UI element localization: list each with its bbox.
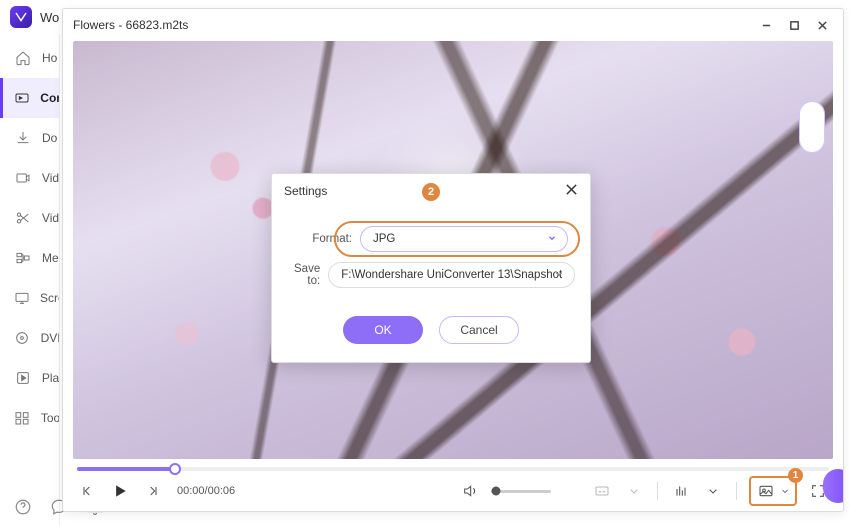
cancel-button[interactable]: Cancel xyxy=(439,316,519,344)
play-button[interactable] xyxy=(109,480,131,502)
dialog-header: Settings 2 xyxy=(272,174,590,208)
saveto-select[interactable]: F:\Wondershare UniConverter 13\Snapshot xyxy=(328,262,575,288)
subtitle-chevron[interactable] xyxy=(623,480,645,502)
app-logo xyxy=(10,6,32,28)
download-icon xyxy=(14,129,32,147)
toolbox-icon xyxy=(14,409,31,427)
sidebar-item-label: Do xyxy=(42,131,57,145)
prev-frame-button[interactable] xyxy=(77,480,99,502)
home-icon xyxy=(14,49,32,67)
format-value: JPG xyxy=(373,233,395,245)
snapshot-button[interactable] xyxy=(755,480,777,502)
volume-icon[interactable] xyxy=(459,480,481,502)
chevron-down-icon xyxy=(554,269,564,282)
volume-knob[interactable] xyxy=(491,487,500,496)
sidebar-item-label: Scre xyxy=(40,291,59,305)
sidebar-item-label: Too xyxy=(41,411,59,425)
sidebar-item-label: Me xyxy=(42,251,59,265)
sidebar-item-video-compress[interactable]: Vid xyxy=(0,158,59,198)
dialog-close-button[interactable] xyxy=(565,183,578,199)
sidebar-item-screen[interactable]: Scre xyxy=(0,278,59,318)
separator xyxy=(736,482,737,500)
snapshot-group: 1 xyxy=(749,476,797,506)
sidebar-item-label: Pla xyxy=(42,371,59,385)
sidebar-item-label: Vid xyxy=(42,211,59,225)
saveto-value: F:\Wondershare UniConverter 13\Snapshot xyxy=(341,269,562,281)
format-label: Format: xyxy=(294,233,352,245)
player-titlebar: Flowers - 66823.m2ts xyxy=(63,9,843,41)
app-title: Wo xyxy=(40,10,59,25)
play-icon xyxy=(14,369,32,387)
player-close-button[interactable] xyxy=(811,16,833,34)
sidebar-item-converter[interactable]: Cor xyxy=(0,78,59,118)
volume-slider[interactable] xyxy=(491,490,551,493)
player-title: Flowers - 66823.m2ts xyxy=(73,18,188,32)
saveto-label: Save to: xyxy=(294,263,320,287)
sidebar-item-toolbox[interactable]: Too xyxy=(0,398,59,438)
step-badge-1: 1 xyxy=(788,468,803,483)
sidebar-item-home[interactable]: Ho xyxy=(0,38,59,78)
disc-icon xyxy=(14,329,31,347)
sidebar-item-label: Ho xyxy=(42,51,57,65)
sidebar-item-label: DVI xyxy=(41,331,59,345)
next-frame-button[interactable] xyxy=(141,480,163,502)
audio-chevron[interactable] xyxy=(702,480,724,502)
subtitle-button[interactable] xyxy=(591,480,613,502)
merge-icon xyxy=(14,249,32,267)
progress-bar[interactable] xyxy=(77,467,829,471)
convert-icon xyxy=(14,89,30,107)
chevron-down-icon xyxy=(547,233,557,246)
scissors-icon xyxy=(14,209,32,227)
player-maximize-button[interactable] xyxy=(783,16,805,34)
player-window-controls xyxy=(755,16,833,34)
audio-track-button[interactable] xyxy=(670,480,692,502)
video-compress-icon xyxy=(14,169,32,187)
sidebar-item-video-edit[interactable]: Vid xyxy=(0,198,59,238)
sidebar-item-label: Cor xyxy=(40,91,59,105)
player-controls: 00:00/00:06 1 xyxy=(63,471,843,511)
saveto-row: Save to: F:\Wondershare UniConverter 13\… xyxy=(294,262,568,288)
help-icon[interactable] xyxy=(14,498,32,516)
format-select[interactable]: JPG xyxy=(360,226,568,252)
screen-icon xyxy=(14,289,30,307)
sidebar-item-downloader[interactable]: Do xyxy=(0,118,59,158)
progress-fill xyxy=(77,467,175,471)
player-minimize-button[interactable] xyxy=(755,16,777,34)
sidebar-item-player[interactable]: Pla xyxy=(0,358,59,398)
side-pill xyxy=(799,101,825,153)
ok-button[interactable]: OK xyxy=(343,316,423,344)
separator xyxy=(657,482,658,500)
sidebar-item-dvd[interactable]: DVI xyxy=(0,318,59,358)
progress-knob[interactable] xyxy=(169,463,181,475)
settings-dialog: Settings 2 Format: JPG Save to: F:\Wonde… xyxy=(271,173,591,363)
time-display: 00:00/00:06 xyxy=(177,485,235,497)
dialog-title: Settings xyxy=(284,184,327,198)
dialog-body: Format: JPG Save to: F:\Wondershare UniC… xyxy=(272,208,590,304)
step-badge-2: 2 xyxy=(422,183,440,201)
sidebar-item-merger[interactable]: Me xyxy=(0,238,59,278)
sidebar-item-label: Vid xyxy=(42,171,59,185)
accent-pill xyxy=(823,469,844,503)
sidebar: Ho Cor Do Vid Vid Me xyxy=(0,34,60,526)
snapshot-chevron[interactable] xyxy=(779,480,791,502)
dialog-buttons: OK Cancel xyxy=(272,304,590,362)
format-row: Format: JPG xyxy=(294,226,568,252)
